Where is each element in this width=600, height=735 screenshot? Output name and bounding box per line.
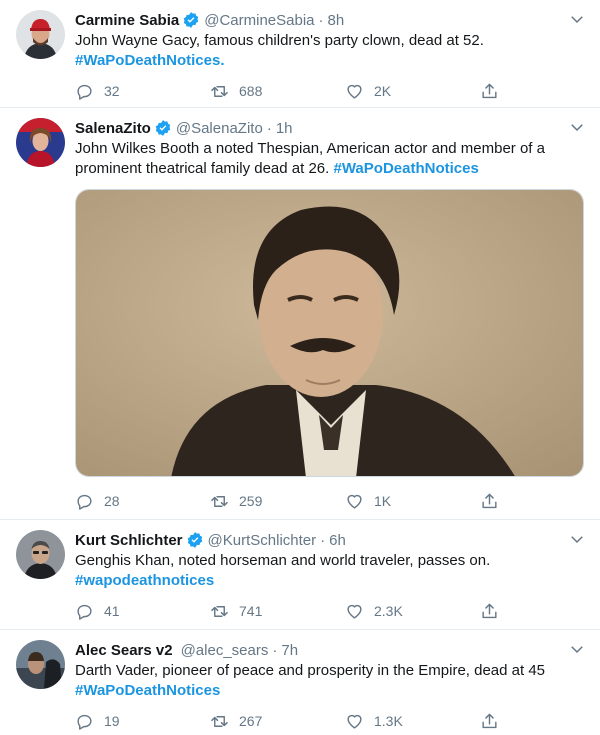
- hashtag-link[interactable]: #WaPoDeathNotices: [75, 682, 220, 699]
- hashtag-link[interactable]: #wapodeathnotices: [75, 572, 214, 589]
- tweet-actions: 32 688 2K: [75, 71, 584, 111]
- share-icon: [482, 493, 497, 508]
- retweet-button[interactable]: 741: [210, 602, 345, 621]
- reply-button[interactable]: 28: [75, 492, 210, 511]
- retweet-count: 741: [239, 603, 263, 619]
- retweet-button[interactable]: 267: [210, 712, 345, 731]
- verified-badge-icon: [155, 120, 171, 136]
- tweet[interactable]: Kurt Schlichter @KurtSchlichter · 6h Gen…: [0, 520, 600, 630]
- separator-dot: ·: [320, 531, 326, 549]
- reply-count: 41: [104, 603, 120, 619]
- like-icon: [347, 714, 362, 729]
- timestamp[interactable]: 1h: [276, 120, 293, 137]
- retweet-icon: [211, 85, 228, 97]
- reply-count: 32: [104, 83, 120, 99]
- retweet-button[interactable]: 259: [210, 492, 345, 511]
- retweet-count: 259: [239, 493, 263, 509]
- author-name[interactable]: Carmine Sabia: [75, 12, 179, 29]
- share-button[interactable]: [480, 712, 510, 731]
- tweet[interactable]: Carmine Sabia @CarmineSabia · 8h John Wa…: [0, 0, 600, 108]
- tweet[interactable]: SalenaZito @SalenaZito · 1h John Wilkes …: [0, 108, 600, 520]
- like-icon: [347, 84, 362, 99]
- reply-button[interactable]: 32: [75, 82, 210, 101]
- chevron-down-icon[interactable]: [568, 640, 586, 658]
- tweet-body: Darth Vader, pioneer of peace and prospe…: [75, 662, 546, 679]
- reply-count: 28: [104, 493, 120, 509]
- tweet-text: Darth Vader, pioneer of peace and prospe…: [75, 661, 584, 701]
- like-button[interactable]: 2K: [345, 82, 480, 101]
- like-icon: [347, 494, 362, 509]
- tweet-text: John Wilkes Booth a noted Thespian, Amer…: [75, 139, 584, 179]
- share-button[interactable]: [480, 492, 510, 511]
- tweet-actions: 41 741 2.3K: [75, 591, 584, 631]
- reply-icon: [77, 604, 92, 620]
- tweet-photo[interactable]: [75, 189, 584, 477]
- share-icon: [482, 713, 497, 728]
- chevron-down-icon[interactable]: [568, 10, 586, 28]
- like-button[interactable]: 2.3K: [345, 602, 480, 621]
- separator-dot: ·: [272, 641, 278, 659]
- retweet-icon: [211, 715, 228, 727]
- reply-button[interactable]: 19: [75, 712, 210, 731]
- separator-dot: ·: [266, 119, 272, 137]
- tweet-body: Genghis Khan, noted horseman and world t…: [75, 552, 491, 569]
- retweet-icon: [211, 605, 228, 617]
- author-handle[interactable]: @alec_sears: [181, 642, 269, 659]
- reply-count: 19: [104, 713, 120, 729]
- share-button[interactable]: [480, 602, 510, 621]
- reply-button[interactable]: 41: [75, 602, 210, 621]
- tweet-text: John Wayne Gacy, famous children's party…: [75, 31, 584, 71]
- author-name[interactable]: Kurt Schlichter: [75, 532, 183, 549]
- verified-badge-icon: [183, 12, 199, 28]
- hashtag-suffix: .: [220, 52, 225, 69]
- like-count: 2.3K: [374, 603, 403, 619]
- retweet-button[interactable]: 688: [210, 82, 345, 101]
- share-icon: [482, 83, 497, 98]
- separator-dot: ·: [318, 11, 324, 29]
- chevron-down-icon[interactable]: [568, 118, 586, 136]
- like-count: 1.3K: [374, 713, 403, 729]
- avatar[interactable]: [16, 118, 65, 167]
- like-button[interactable]: 1.3K: [345, 712, 480, 731]
- reply-icon: [77, 494, 92, 510]
- tweet-text: Genghis Khan, noted horseman and world t…: [75, 551, 584, 591]
- author-handle[interactable]: @SalenaZito: [176, 120, 263, 137]
- retweet-count: 688: [239, 83, 263, 99]
- timestamp[interactable]: 6h: [329, 532, 346, 549]
- author-handle[interactable]: @KurtSchlichter: [208, 532, 317, 549]
- tweet-body: John Wayne Gacy, famous children's party…: [75, 32, 484, 49]
- retweet-icon: [211, 495, 228, 507]
- author-name[interactable]: SalenaZito: [75, 120, 151, 137]
- like-button[interactable]: 1K: [345, 492, 480, 511]
- timestamp[interactable]: 7h: [281, 642, 298, 659]
- avatar[interactable]: [16, 10, 65, 59]
- like-count: 2K: [374, 83, 392, 99]
- retweet-count: 267: [239, 713, 263, 729]
- author-handle[interactable]: @CarmineSabia: [204, 12, 314, 29]
- avatar[interactable]: [16, 530, 65, 579]
- reply-icon: [77, 714, 92, 730]
- tweet-actions: 19 267 1.3K: [75, 701, 584, 735]
- verified-badge-icon: [187, 532, 202, 548]
- chevron-down-icon[interactable]: [568, 530, 586, 548]
- tweet[interactable]: Alec Sears v2 @alec_sears · 7h Darth Vad…: [0, 630, 600, 735]
- portrait-photo: [76, 190, 583, 476]
- author-name[interactable]: Alec Sears v2: [75, 642, 173, 659]
- share-button[interactable]: [480, 82, 510, 101]
- hashtag-link[interactable]: #WaPoDeathNotices: [75, 52, 220, 69]
- timestamp[interactable]: 8h: [328, 12, 345, 29]
- reply-icon: [77, 84, 92, 100]
- tweet-actions: 28 259 1K: [75, 481, 584, 521]
- like-count: 1K: [374, 493, 392, 509]
- timeline: Carmine Sabia @CarmineSabia · 8h John Wa…: [0, 0, 600, 735]
- avatar[interactable]: [16, 640, 65, 689]
- like-icon: [347, 604, 362, 619]
- hashtag-link[interactable]: #WaPoDeathNotices: [333, 160, 478, 177]
- share-icon: [482, 603, 497, 618]
